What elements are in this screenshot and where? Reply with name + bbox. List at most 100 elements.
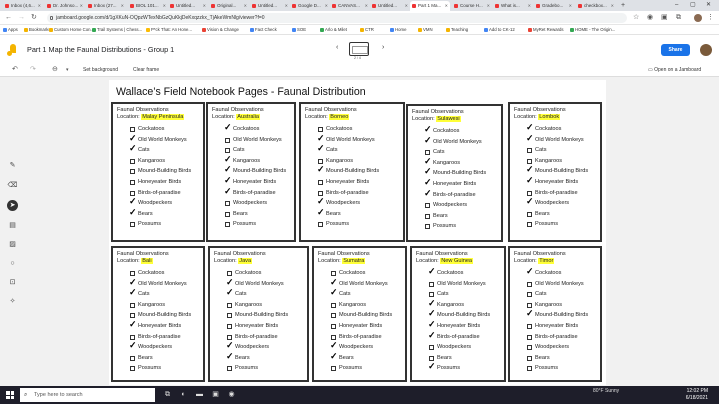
extension-icon[interactable]: ◉	[647, 13, 653, 23]
frame-bar-thumbnail[interactable]	[349, 42, 369, 56]
close-window-button[interactable]: ✕	[706, 0, 711, 10]
checkbox[interactable]	[130, 355, 135, 361]
animal-item[interactable]: ✓Honeyeater Birds	[526, 175, 600, 188]
bookmark-item[interactable]: VMN	[418, 25, 433, 34]
eraser-icon[interactable]: ⌫	[7, 180, 18, 191]
checkbox[interactable]	[527, 355, 532, 361]
reload-icon[interactable]: ↻	[31, 13, 37, 23]
checkbox[interactable]	[527, 148, 532, 154]
windows-start-icon[interactable]	[6, 391, 14, 399]
animal-item[interactable]: ✓Woodpeckers	[225, 198, 294, 209]
animal-item[interactable]: ✓Mound-Building Birds	[526, 164, 600, 177]
new-tab-button[interactable]: +	[621, 1, 625, 10]
animal-item[interactable]: ✓Old World Monkeys	[330, 277, 405, 290]
animal-item[interactable]: ✓Birds-of-paradise	[224, 186, 294, 199]
animal-item[interactable]: ✓Honeyeater Birds	[331, 321, 405, 332]
jamboard-logo-icon[interactable]	[7, 44, 17, 57]
animal-item[interactable]: ✓Cockatoos	[130, 268, 203, 279]
animal-item[interactable]: ✓Birds-of-paradise	[318, 188, 403, 199]
checkbox[interactable]	[130, 271, 135, 276]
animal-item[interactable]: ✓Mound-Building Birds	[331, 310, 405, 321]
animal-item[interactable]: ✓Birds-of-paradise	[527, 188, 600, 199]
animal-item[interactable]: ✓Bears	[425, 211, 501, 222]
browser-tab[interactable]: Gradebo... ✕	[534, 1, 574, 11]
animal-item[interactable]: ✓Old World Monkeys	[424, 135, 501, 148]
animal-item[interactable]: ✓Kangaroos	[224, 154, 294, 167]
animal-item[interactable]: ✓Cats	[225, 145, 294, 156]
checkbox[interactable]	[527, 366, 532, 372]
animal-item[interactable]: ✓Bears	[225, 209, 294, 220]
animal-item[interactable]: ✓Mound-Building Birds	[424, 166, 501, 179]
animal-item[interactable]: ✓Honeyeater Birds	[129, 319, 203, 332]
redo-icon[interactable]: ↷	[30, 65, 36, 75]
animal-item[interactable]: ✓Woodpeckers	[330, 340, 405, 353]
image-icon[interactable]: ▨	[7, 239, 18, 250]
animal-item[interactable]: ✓Possums	[225, 219, 294, 230]
notebook-card[interactable]: Faunal Observations Location: Lombok ✓ Cock…	[508, 102, 602, 242]
file-explorer-icon[interactable]: ▬	[195, 390, 204, 400]
circle-icon[interactable]: ○	[7, 258, 18, 269]
browser-tab[interactable]: What is... ✕	[493, 1, 533, 11]
notebook-card[interactable]: Faunal Observations Location: Malay Penin…	[111, 102, 205, 242]
bookmark-item[interactable]: Trail Systems | Chess...	[92, 25, 142, 34]
share-button[interactable]: Share	[661, 44, 690, 56]
checkbox[interactable]	[527, 281, 532, 287]
animal-item[interactable]: ✓Cockatoos	[224, 122, 294, 135]
animal-item[interactable]: ✓Kangaroos	[227, 300, 307, 311]
browser-tab[interactable]: CANVAS... ✕	[330, 1, 370, 11]
animal-item[interactable]: ✓Cockatoos	[227, 268, 307, 279]
animal-item[interactable]: ✓Kangaroos	[527, 156, 600, 167]
tab-close-icon[interactable]: ✕	[405, 1, 408, 11]
animal-item[interactable]: ✓Cockatoos	[526, 122, 600, 135]
animal-item[interactable]: ✓Mound-Building Birds	[130, 310, 203, 321]
prev-frame-icon[interactable]: ‹	[336, 44, 338, 51]
animal-item[interactable]: ✓Woodpeckers	[429, 342, 504, 353]
tab-close-icon[interactable]: ✕	[80, 1, 83, 11]
animal-item[interactable]: ✓Kangaroos	[527, 300, 600, 311]
checkbox[interactable]	[227, 271, 232, 276]
animal-item[interactable]: ✓Cats	[129, 143, 203, 156]
animal-item[interactable]: ✓Mound-Building Birds	[317, 164, 403, 177]
notebook-card[interactable]: Faunal Observations Location: Australia ✓ C…	[206, 102, 296, 242]
animal-item[interactable]: ✓Possums	[130, 363, 203, 374]
checkbox[interactable]	[429, 345, 434, 351]
animal-item[interactable]: ✓Kangaroos	[130, 156, 203, 167]
bookmark-item[interactable]: Home	[390, 25, 406, 34]
animal-item[interactable]: ✓Bears	[130, 353, 203, 364]
browser-tab[interactable]: BIOL 101... ✕	[128, 1, 168, 11]
checkbox[interactable]	[331, 302, 336, 308]
animal-item[interactable]: ✓Possums	[331, 363, 405, 374]
tab-close-icon[interactable]: ✕	[569, 1, 572, 11]
checkbox[interactable]	[331, 313, 336, 319]
bookmark-item[interactable]: HOME - The Origin...	[570, 25, 615, 34]
laser-icon[interactable]: ✧	[7, 296, 18, 307]
checkbox[interactable]	[227, 313, 232, 319]
notebook-card[interactable]: Faunal ObservationsLocation: Borneo✓Cock…	[299, 102, 405, 242]
puzzle-icon[interactable]: ⧉	[676, 13, 681, 23]
animal-item[interactable]: ✓Possums	[428, 361, 504, 374]
checkbox[interactable]	[318, 179, 323, 185]
tab-close-icon[interactable]: ✕	[121, 1, 124, 11]
checkbox[interactable]	[130, 313, 135, 319]
extension-icon-2[interactable]: ▣	[661, 13, 668, 23]
animal-item[interactable]: ✓Possums	[318, 219, 403, 230]
animal-item[interactable]: ✓Old World Monkeys	[226, 277, 307, 290]
chrome-icon[interactable]: ◉	[227, 390, 236, 400]
checkbox[interactable]	[130, 127, 135, 132]
checkbox[interactable]	[429, 281, 434, 287]
bookmark-item[interactable]: CTR	[360, 25, 374, 34]
animal-item[interactable]: ✓Cats	[330, 287, 405, 300]
checkbox[interactable]	[318, 127, 323, 132]
browser-tab[interactable]: Untitled... ✕	[370, 1, 410, 11]
checkbox[interactable]	[130, 169, 135, 175]
animal-item[interactable]: ✓Honeyeater Birds	[527, 321, 600, 332]
tab-close-icon[interactable]: ✕	[325, 1, 328, 11]
animal-item[interactable]: ✓Woodpeckers	[317, 196, 403, 209]
animal-item[interactable]: ✓Old World Monkeys	[526, 133, 600, 146]
animal-item[interactable]: ✓Birds-of-paradise	[428, 330, 504, 343]
checkbox[interactable]	[527, 211, 532, 217]
animal-item[interactable]: ✓Birds-of-paradise	[331, 332, 405, 343]
animal-item[interactable]: ✓Bears	[330, 351, 405, 364]
task-view-icon[interactable]: ⧉	[163, 390, 172, 400]
animal-item[interactable]: ✓Birds-of-paradise	[130, 332, 203, 343]
